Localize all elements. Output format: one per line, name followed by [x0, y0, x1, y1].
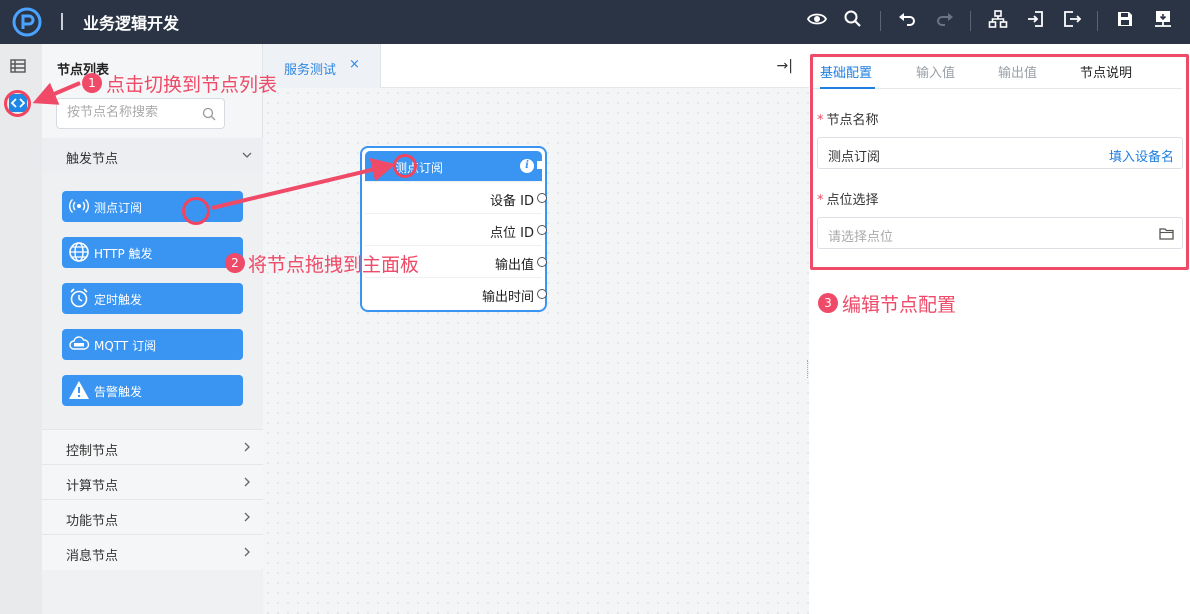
output-port[interactable]: [537, 161, 545, 169]
info-icon[interactable]: i: [520, 159, 534, 173]
node-port-row: 点位 ID: [365, 213, 547, 245]
toolbar-separator: [1097, 11, 1098, 31]
category-label: 功能节点: [66, 514, 119, 529]
node-item-label: 测点订阅: [94, 201, 143, 215]
search-icon[interactable]: [202, 107, 216, 121]
app-title: 业务逻辑开发: [83, 14, 180, 33]
category-control-nodes[interactable]: 控制节点: [42, 429, 263, 464]
annotation-number: 1: [82, 73, 102, 93]
chevron-right-icon: [244, 477, 250, 487]
tab-close-button[interactable]: ×: [349, 57, 360, 72]
search-icon[interactable]: [843, 9, 863, 29]
node-item-alarm-trigger[interactable]: 告警触发: [62, 375, 243, 406]
chevron-right-icon: [244, 442, 250, 452]
node-item-point-subscribe[interactable]: 测点订阅: [62, 191, 243, 222]
collapse-panel-button[interactable]: →|: [777, 58, 793, 74]
config-highlight-box: [810, 54, 1189, 270]
export-icon[interactable]: [1062, 9, 1082, 29]
node-item-label: MQTT 订阅: [94, 339, 157, 353]
sitemap-icon[interactable]: [988, 9, 1008, 29]
node-header[interactable]: 测点订阅 i: [365, 151, 545, 181]
redo-icon[interactable]: [935, 9, 955, 29]
port-circle[interactable]: [537, 193, 547, 203]
editor-tab-bar: 服务测试 × →|: [263, 44, 809, 88]
node-item-mqtt-subscribe[interactable]: MQTT 订阅: [62, 329, 243, 360]
category-message-nodes[interactable]: 消息节点: [42, 534, 263, 569]
annotation-number: 3: [818, 293, 838, 313]
port-circle[interactable]: [537, 289, 547, 299]
annotation-number: 2: [225, 253, 245, 273]
broadcast-icon: [373, 162, 383, 170]
category-label: 控制节点: [66, 444, 119, 459]
port-label: 输出值: [494, 258, 534, 273]
import-icon[interactable]: [1026, 9, 1046, 29]
title-divider: [61, 13, 63, 30]
drag-end-circle: [393, 154, 417, 178]
node-item-timer-trigger[interactable]: 定时触发: [62, 283, 243, 314]
category-compute-nodes[interactable]: 计算节点: [42, 464, 263, 499]
chevron-right-icon: [244, 512, 250, 522]
chevron-down-icon: [242, 152, 252, 158]
logo-icon: [12, 7, 42, 37]
highlight-circle: [4, 90, 31, 117]
node-port-row: 设备 ID: [365, 181, 547, 213]
annotation-text: 将节点拖拽到主面板: [248, 254, 420, 276]
node-port-row: 输出时间: [365, 277, 547, 309]
port-label: 点位 ID: [490, 226, 534, 241]
port-circle[interactable]: [537, 257, 547, 267]
category-label: 计算节点: [66, 479, 119, 494]
node-search-input[interactable]: [67, 105, 207, 120]
annotation-text: 编辑节点配置: [842, 294, 957, 316]
undo-icon[interactable]: [897, 9, 917, 29]
port-circle[interactable]: [537, 225, 547, 235]
tab-service-test[interactable]: 服务测试 ×: [263, 44, 381, 88]
save-icon[interactable]: [1115, 9, 1135, 29]
annotation-text: 点击切换到节点列表: [106, 74, 278, 96]
node-item-http-trigger[interactable]: HTTP 触发: [62, 237, 243, 268]
trigger-node-list: 测点订阅 HTTP 触发 定时触发 MQTT 订阅 告警触发: [42, 173, 263, 429]
eye-icon[interactable]: [806, 9, 828, 29]
warning-icon: [69, 381, 89, 399]
toolbar-separator: [880, 11, 881, 31]
category-label: 消息节点: [66, 549, 119, 564]
icon-rail: [0, 44, 42, 614]
category-label: 触发节点: [66, 152, 119, 167]
chevron-right-icon: [244, 547, 250, 557]
node-list-panel: 节点列表 触发节点 测点订阅 HTTP 触发 定时触发 MQTT 订阅 告警触发: [42, 44, 263, 614]
tab-label: 服务测试: [284, 63, 337, 78]
alarm-clock-icon: [70, 288, 88, 308]
broadcast-icon: [69, 198, 89, 214]
left-panel-footer: [42, 570, 263, 614]
node-item-label: HTTP 触发: [94, 247, 153, 261]
panel-title: 节点列表: [57, 63, 110, 78]
deploy-icon[interactable]: [1153, 9, 1173, 29]
top-bar: 业务逻辑开发: [0, 0, 1190, 44]
canvas-node-point-subscribe[interactable]: 测点订阅 i 设备 ID 点位 ID 输出值 输出时间: [360, 146, 547, 312]
port-label: 输出时间: [481, 290, 534, 305]
mqtt-cloud-icon: [69, 336, 90, 350]
drag-start-circle: [182, 197, 210, 225]
category-trigger-nodes[interactable]: 触发节点: [42, 138, 263, 173]
port-label: 设备 ID: [490, 194, 534, 209]
toolbar-separator: [970, 11, 971, 31]
category-function-nodes[interactable]: 功能节点: [42, 499, 263, 534]
node-item-label: 定时触发: [94, 293, 143, 307]
globe-icon: [69, 242, 89, 262]
list-icon[interactable]: [9, 57, 27, 75]
node-search-box[interactable]: [56, 98, 225, 129]
node-item-label: 告警触发: [94, 385, 143, 399]
